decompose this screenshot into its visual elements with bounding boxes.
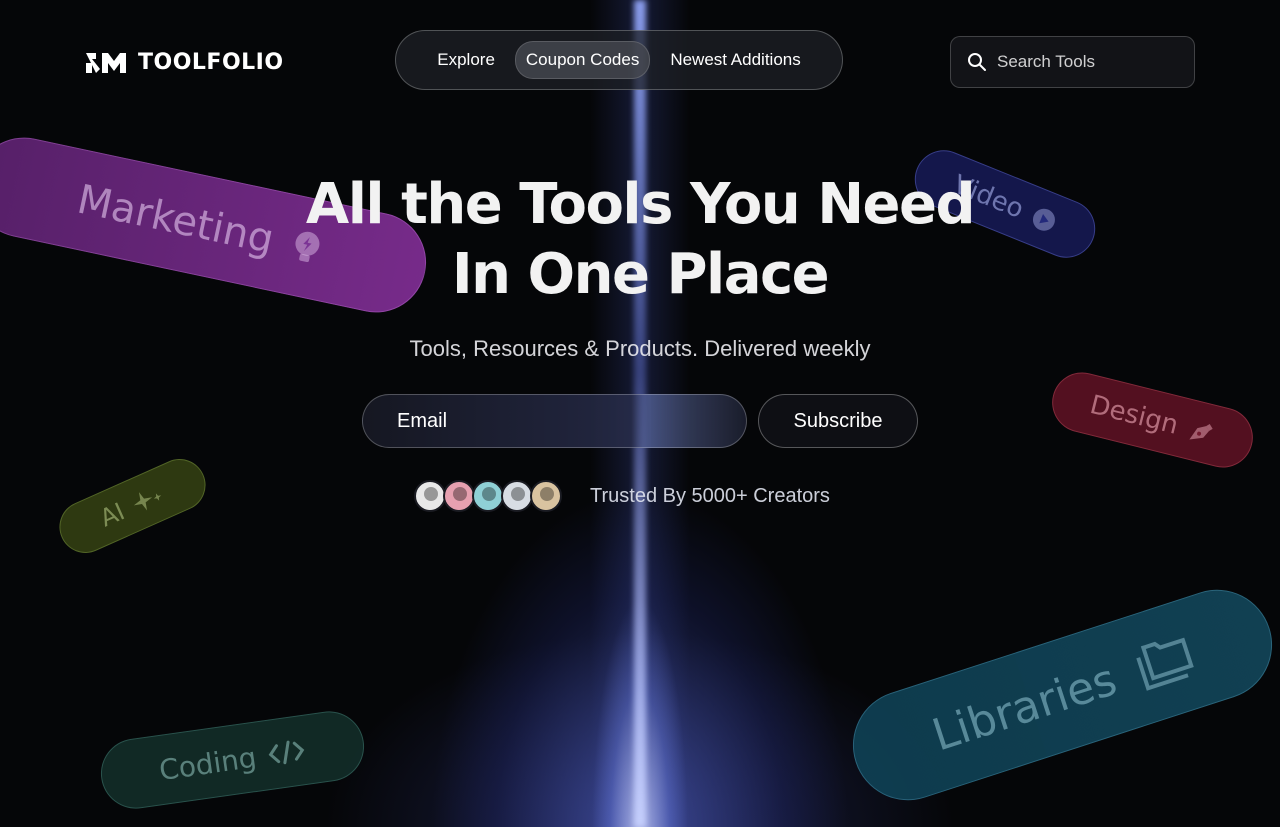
- avatar: [501, 480, 533, 512]
- main-nav: Explore Coupon Codes Newest Additions: [395, 30, 843, 90]
- hero-subtitle: Tools, Resources & Products. Delivered w…: [409, 336, 871, 361]
- category-pill-libraries[interactable]: Libraries: [838, 575, 1280, 815]
- subscribe-button[interactable]: Subscribe: [758, 394, 918, 448]
- avatar: [443, 480, 475, 512]
- folder-icon: [1130, 630, 1198, 693]
- nav-item-explore[interactable]: Explore: [427, 42, 505, 78]
- logo-mark-icon: [86, 52, 126, 73]
- category-label: Libraries: [926, 653, 1123, 761]
- nav-item-newest-additions[interactable]: Newest Additions: [660, 42, 810, 78]
- hero-stage: Marketing Video Design AI Coding Librari…: [0, 0, 1280, 827]
- search-icon: [968, 53, 986, 71]
- hero-title-line-2: In One Place: [451, 242, 830, 307]
- category-pill-coding[interactable]: Coding: [96, 706, 369, 814]
- sparkle-icon: [127, 481, 168, 517]
- trust-text: Trusted By 5000+ Creators: [590, 484, 830, 507]
- pen-icon: [1186, 417, 1218, 449]
- brand-logo[interactable]: TOOLFOLIO: [84, 50, 284, 75]
- avatar-group: [414, 480, 562, 512]
- category-label: AI: [95, 497, 129, 533]
- avatar: [530, 480, 562, 512]
- email-field-wrapper[interactable]: [362, 394, 747, 448]
- hero-title: All the Tools You Need In One Place: [240, 170, 1040, 310]
- category-label: Coding: [157, 740, 259, 787]
- email-field[interactable]: [395, 408, 719, 434]
- search-input[interactable]: [995, 51, 1189, 73]
- brand-name: TOOLFOLIO: [138, 50, 284, 75]
- trust-section: Trusted By 5000+ Creators: [414, 480, 830, 512]
- hero-title-line-1: All the Tools You Need: [305, 172, 976, 237]
- category-pill-design[interactable]: Design: [1045, 366, 1260, 474]
- nav-item-coupon-codes[interactable]: Coupon Codes: [514, 41, 651, 79]
- category-label: Design: [1086, 389, 1182, 441]
- avatar: [472, 480, 504, 512]
- search-box[interactable]: [950, 36, 1195, 88]
- code-icon: [266, 737, 307, 768]
- avatar: [414, 480, 446, 512]
- category-pill-ai[interactable]: AI: [51, 450, 214, 562]
